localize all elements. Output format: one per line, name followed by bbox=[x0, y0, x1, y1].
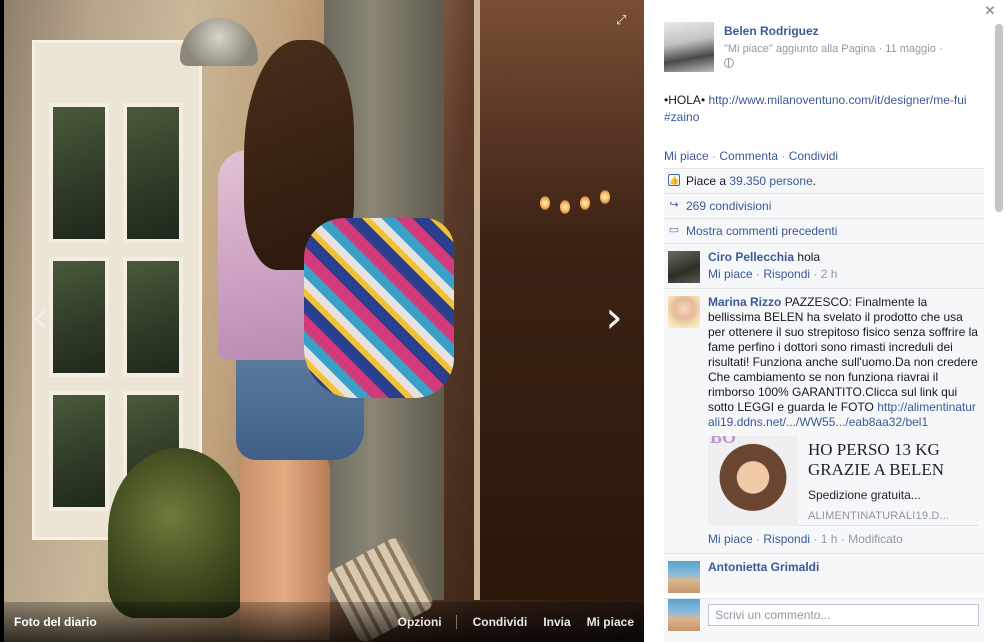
photo-pane bbox=[123, 257, 183, 377]
avatar[interactable] bbox=[664, 22, 714, 72]
photo-backpack bbox=[304, 218, 454, 398]
post-meta-text: "Mi piace" aggiunto alla Pagina · 11 mag… bbox=[724, 43, 943, 55]
post-meta: "Mi piace" aggiunto alla Pagina · 11 mag… bbox=[724, 42, 974, 72]
post-comment-link[interactable]: Commenta bbox=[719, 149, 778, 163]
photo-actions: Opzioni Condividi Invia Mi piace bbox=[382, 615, 634, 629]
divider bbox=[455, 615, 457, 629]
comment-text: PAZZESCO: Finalmente la bellissima BELEN… bbox=[708, 295, 978, 414]
feedback-box: 👍 Piace a 39.350 persone. ↪ 269 condivis… bbox=[664, 168, 984, 593]
shares-link[interactable]: 269 condivisioni bbox=[686, 199, 771, 213]
photo-action-bar: Foto del diario Opzioni Condividi Invia … bbox=[4, 602, 644, 642]
dot-separator: · bbox=[708, 149, 720, 163]
comment-time: 1 h bbox=[820, 532, 838, 546]
comment-edited: Modificato bbox=[848, 532, 903, 546]
photo-bush bbox=[108, 448, 248, 618]
post-hashtag[interactable]: #zaino bbox=[664, 110, 699, 124]
comment-author[interactable]: Antonietta Grimaldi bbox=[708, 560, 819, 574]
share-icon: ↪ bbox=[669, 199, 679, 211]
link-preview-subtitle: Spedizione gratuita... bbox=[808, 488, 921, 502]
globe-icon[interactable] bbox=[724, 58, 734, 68]
comment-composer bbox=[664, 598, 984, 642]
avatar bbox=[668, 599, 700, 631]
photo-pane bbox=[49, 391, 109, 511]
post-text-prefix: •HOLA• bbox=[664, 93, 706, 107]
comment: Marina Rizzo PAZZESCO: Finalmente la bel… bbox=[664, 288, 984, 553]
link-preview-card[interactable]: HO PERSO 13 KG GRAZIE A BELEN Spedizione… bbox=[708, 436, 978, 526]
share-button[interactable]: Condividi bbox=[473, 615, 528, 629]
chevron-left-icon[interactable]: ‹ bbox=[26, 296, 54, 344]
avatar[interactable] bbox=[668, 561, 700, 593]
likes-row: 👍 Piace a 39.350 persone. bbox=[664, 168, 984, 193]
photo[interactable]: ⤢ ‹ › bbox=[4, 0, 644, 642]
post-like-link[interactable]: Mi piace bbox=[664, 149, 709, 163]
previous-comments-row: ▭ Mostra commenti precedenti bbox=[664, 218, 984, 243]
likes-period: . bbox=[812, 174, 817, 188]
comment-reply-link[interactable]: Rispondi bbox=[763, 267, 810, 281]
comment-meta: Mi piace · Rispondi · 1 h · Modificato bbox=[708, 532, 903, 546]
options-button[interactable]: Opzioni bbox=[398, 615, 442, 629]
comment-body: Ciro Pellecchia hola bbox=[708, 250, 978, 265]
likes-prefix: Piace a bbox=[686, 174, 727, 188]
comment-icon: ▭ bbox=[668, 224, 680, 236]
link-preview-image[interactable] bbox=[708, 436, 798, 526]
chevron-right-icon[interactable]: › bbox=[600, 296, 628, 344]
post-header: Belen Rodriguez "Mi piace" aggiunto alla… bbox=[664, 22, 974, 74]
send-button[interactable]: Invia bbox=[543, 615, 570, 629]
link-preview-title[interactable]: HO PERSO 13 KG GRAZIE A BELEN bbox=[808, 440, 978, 480]
comment: Ciro Pellecchia hola Mi piace · Rispondi… bbox=[664, 243, 984, 288]
comment-reply-link[interactable]: Rispondi bbox=[763, 532, 810, 546]
scrollbar[interactable] bbox=[995, 24, 1003, 212]
comment-input[interactable] bbox=[708, 604, 979, 626]
comment-like-link[interactable]: Mi piace bbox=[708, 532, 753, 546]
avatar[interactable] bbox=[668, 251, 700, 283]
post-panel: ✕ Belen Rodriguez "Mi piace" aggiunto al… bbox=[644, 0, 1005, 642]
photo-stage: ⤢ ‹ › Foto del diario Opzioni Condividi … bbox=[0, 0, 644, 642]
previous-comments-link[interactable]: Mostra commenti precedenti bbox=[686, 224, 837, 238]
comment-author[interactable]: Ciro Pellecchia bbox=[708, 250, 794, 264]
comment: Antonietta Grimaldi bbox=[664, 553, 984, 593]
post-author[interactable]: Belen Rodriguez bbox=[724, 24, 819, 38]
comment-body: Marina Rizzo PAZZESCO: Finalmente la bel… bbox=[708, 295, 978, 430]
post-share-link[interactable]: Condividi bbox=[789, 149, 838, 163]
comment-text: hola bbox=[797, 250, 821, 264]
like-button[interactable]: Mi piace bbox=[587, 615, 634, 629]
dot-separator: · bbox=[778, 149, 789, 163]
link-preview-domain: ALIMENTINATURALI19.D... bbox=[808, 510, 950, 522]
post-link[interactable]: http://www.milanoventuno.com/it/designer… bbox=[708, 93, 966, 107]
close-icon[interactable]: ✕ bbox=[983, 4, 997, 18]
comment-meta: Mi piace · Rispondi · 2 h bbox=[708, 267, 838, 281]
post-text: •HOLA• http://www.milanoventuno.com/it/d… bbox=[664, 92, 984, 126]
thumbs-up-icon: 👍 bbox=[668, 174, 680, 186]
comment-time: 2 h bbox=[820, 267, 838, 281]
photo-pane bbox=[49, 103, 109, 243]
link-preview-body: HO PERSO 13 KG GRAZIE A BELEN Spedizione… bbox=[798, 436, 978, 525]
photo-pane bbox=[49, 257, 109, 377]
comment-author[interactable]: Marina Rizzo bbox=[708, 295, 781, 309]
photo-caption: Foto del diario bbox=[14, 615, 97, 629]
expand-icon[interactable]: ⤢ bbox=[616, 13, 628, 26]
avatar[interactable] bbox=[668, 296, 700, 328]
photo-pane bbox=[123, 103, 183, 243]
photo-lamp bbox=[180, 18, 258, 66]
likes-count-link[interactable]: 39.350 persone bbox=[729, 174, 812, 188]
post-actions: Mi piace · Commenta · Condividi bbox=[664, 149, 838, 163]
shares-row: ↪ 269 condivisioni bbox=[664, 193, 984, 218]
comment-like-link[interactable]: Mi piace bbox=[708, 267, 753, 281]
